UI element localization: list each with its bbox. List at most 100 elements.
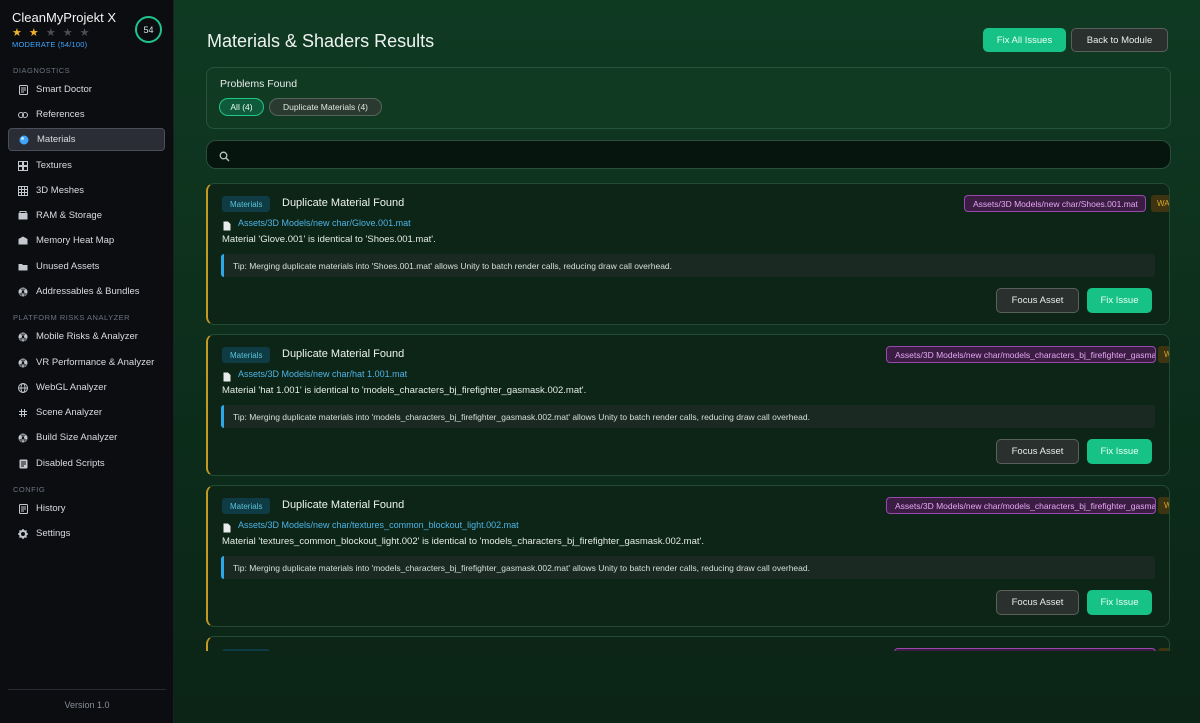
sidebar-item-label: RAM & Storage	[36, 210, 102, 221]
file-icon	[223, 369, 231, 382]
history-icon	[18, 503, 28, 514]
sidebar-item-label: Smart Doctor	[36, 84, 92, 95]
sidebar-item-materials[interactable]: Materials	[8, 128, 165, 151]
sidebar-item-label: 3D Meshes	[36, 185, 85, 196]
filter-all-chip[interactable]: All (4)	[219, 98, 264, 116]
issue-card: Materials Duplicate Material Found Asset…	[206, 485, 1170, 627]
issue-description: Material 'hat 1.001' is identical to 'mo…	[222, 385, 587, 396]
radiation-icon	[18, 433, 28, 443]
star-filled-icon: ★ ★	[12, 27, 41, 39]
sidebar-item-references[interactable]: References	[8, 103, 165, 126]
gear-icon	[18, 528, 28, 539]
radiation-icon	[18, 358, 28, 368]
asset-path-link[interactable]: Assets/3D Models/new char/hat 1.001.mat	[238, 369, 407, 379]
sidebar-item-memory-heat-map[interactable]: Memory Heat Map	[8, 229, 165, 252]
sidebar-item-label: Scene Analyzer	[36, 407, 103, 418]
sidebar-item-label: Memory Heat Map	[36, 235, 115, 246]
app-title: CleanMyProjekt X	[12, 10, 117, 25]
category-badge: Materials	[222, 498, 271, 514]
sidebar-item-unused-assets[interactable]: Unused Assets	[8, 255, 165, 278]
section-diagnostics: DIAGNOSTICS	[13, 66, 71, 75]
globe-icon	[18, 382, 28, 393]
sidebar-item-mobile-risks[interactable]: Mobile Risks & Analyzer	[8, 325, 165, 348]
sidebar-item-label: References	[36, 109, 85, 120]
sidebar-item-3d-meshes[interactable]: 3D Meshes	[8, 179, 165, 202]
fix-issue-button[interactable]: Fix Issue	[1087, 439, 1152, 464]
radiation-icon	[18, 287, 28, 297]
rating-label: MODERATE (54/100)	[12, 40, 88, 49]
texture-icon	[18, 160, 28, 171]
sidebar-item-build-size[interactable]: Build Size Analyzer	[8, 426, 165, 449]
focus-asset-button[interactable]: Focus Asset	[996, 288, 1079, 313]
issue-title: Duplicate Material Found	[282, 197, 405, 209]
sidebar-item-scene-analyzer[interactable]: Scene Analyzer	[8, 401, 165, 424]
sidebar-item-history[interactable]: History	[8, 497, 165, 520]
fix-issue-button[interactable]: Fix Issue	[1087, 590, 1152, 615]
page-title: Materials & Shaders Results	[207, 31, 435, 51]
heatmap-icon	[18, 236, 28, 246]
fix-issue-button[interactable]: Fix Issue	[1087, 288, 1152, 313]
sidebar-item-label: Materials	[37, 134, 76, 145]
problems-panel: Problems Found All (4) Duplicate Materia…	[206, 67, 1171, 129]
sidebar-item-disabled-scripts[interactable]: Disabled Scripts	[8, 452, 165, 475]
duplicate-path-badge	[894, 648, 1156, 651]
sidebar-item-label: Build Size Analyzer	[36, 432, 118, 443]
duplicate-path-badge: Assets/3D Models/new char/models_charact…	[886, 346, 1156, 363]
severity-badge: WA	[1151, 195, 1169, 212]
sidebar-item-ram-storage[interactable]: RAM & Storage	[8, 204, 165, 227]
duplicate-path-badge: Assets/3D Models/new char/Shoes.001.mat	[964, 195, 1146, 212]
problems-title: Problems Found	[220, 78, 298, 90]
sidebar-item-label: Disabled Scripts	[36, 458, 105, 469]
issue-card	[206, 636, 1170, 651]
sidebar-item-textures[interactable]: Textures	[8, 154, 165, 177]
doctor-icon	[18, 84, 28, 95]
focus-asset-button[interactable]: Focus Asset	[996, 439, 1079, 464]
search-input[interactable]	[206, 140, 1171, 169]
severity-badge: W	[1158, 497, 1169, 514]
duplicate-path-badge: Assets/3D Models/new char/models_charact…	[886, 497, 1156, 514]
asset-path-link[interactable]: Assets/3D Models/new char/textures_commo…	[238, 520, 519, 530]
sidebar-divider	[8, 689, 166, 690]
section-config: CONFIG	[13, 485, 46, 494]
severity-badge	[1158, 648, 1169, 651]
sidebar-item-vr-performance[interactable]: VR Performance & Analyzer	[8, 351, 165, 374]
script-icon	[18, 459, 28, 469]
severity-badge: W	[1158, 346, 1169, 363]
category-badge: Materials	[222, 196, 271, 212]
issue-description: Material 'textures_common_blockout_light…	[222, 536, 704, 547]
back-to-module-button[interactable]: Back to Module	[1071, 28, 1168, 52]
file-icon	[223, 218, 231, 231]
sidebar-item-label: Unused Assets	[36, 261, 100, 272]
sidebar-item-label: Textures	[36, 160, 72, 171]
focus-asset-button[interactable]: Focus Asset	[996, 590, 1079, 615]
sidebar-item-addressables[interactable]: Addressables & Bundles	[8, 280, 165, 303]
issues-list: Materials Duplicate Material Found Asset…	[206, 183, 1172, 651]
issue-title: Duplicate Material Found	[282, 499, 405, 511]
search-icon	[219, 149, 230, 162]
issue-card: Materials Duplicate Material Found Asset…	[206, 183, 1170, 325]
star-empty-icon: ★ ★ ★	[45, 27, 92, 39]
score-badge: 54	[135, 16, 162, 43]
radiation-icon	[18, 332, 28, 342]
sidebar-item-label: Addressables & Bundles	[36, 286, 140, 297]
sphere-icon	[19, 135, 29, 145]
storage-icon	[18, 211, 28, 221]
tip-box: Tip: Merging duplicate materials into 'm…	[221, 405, 1155, 428]
main-panel: Materials & Shaders Results Fix All Issu…	[174, 0, 1200, 723]
tip-box: Tip: Merging duplicate materials into 'S…	[221, 254, 1155, 277]
asset-path-link[interactable]: Assets/3D Models/new char/Glove.001.mat	[238, 218, 411, 228]
issue-card: Materials Duplicate Material Found Asset…	[206, 334, 1170, 476]
sidebar-item-label: WebGL Analyzer	[36, 382, 107, 393]
link-icon	[18, 110, 28, 120]
tip-box: Tip: Merging duplicate materials into 'm…	[221, 556, 1155, 579]
sidebar: CleanMyProjekt X ★ ★ ★ ★ ★ MODERATE (54/…	[0, 0, 174, 723]
sidebar-item-smart-doctor[interactable]: Smart Doctor	[8, 78, 165, 101]
sidebar-item-webgl[interactable]: WebGL Analyzer	[8, 376, 165, 399]
issue-title: Duplicate Material Found	[282, 348, 405, 360]
issue-description: Material 'Glove.001' is identical to 'Sh…	[222, 234, 436, 245]
sidebar-item-label: Settings	[36, 528, 71, 539]
file-icon	[223, 520, 231, 533]
fix-all-issues-button[interactable]: Fix All Issues	[983, 28, 1066, 52]
filter-duplicate-materials-chip[interactable]: Duplicate Materials (4)	[269, 98, 382, 116]
sidebar-item-settings[interactable]: Settings	[8, 522, 165, 545]
